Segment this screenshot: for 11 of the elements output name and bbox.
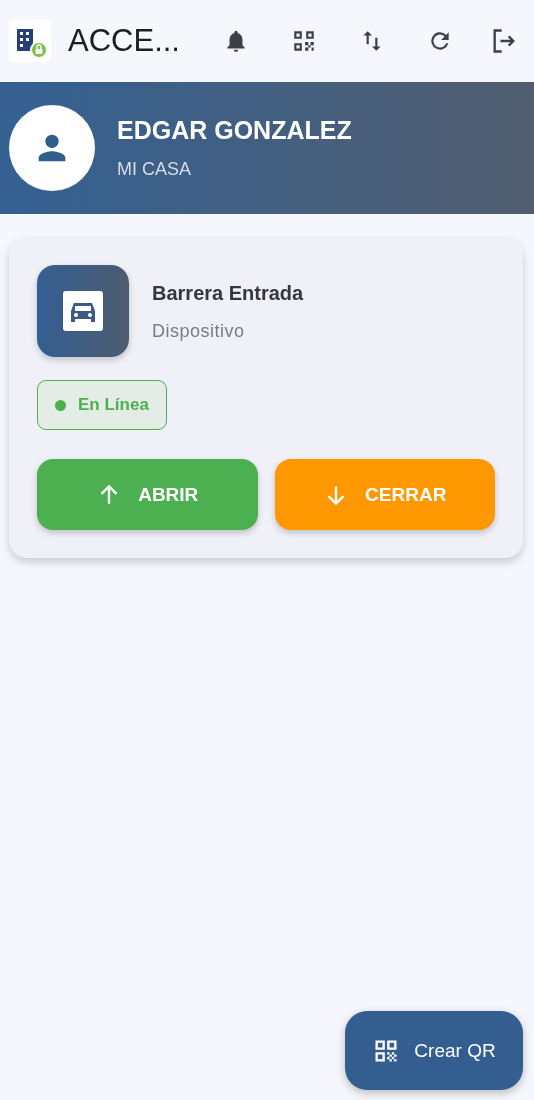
close-button[interactable]: CERRAR [274, 459, 495, 530]
user-name: EDGAR GONZALEZ [117, 116, 352, 145]
status-badge: En Línea [37, 380, 167, 430]
device-type: Dispositivo [152, 321, 246, 342]
car-icon [37, 265, 129, 357]
device-name: Barrera Entrada [152, 282, 304, 305]
location-name: MI CASA [117, 159, 192, 180]
create-qr-button[interactable]: Crear QR [345, 1011, 523, 1090]
open-button[interactable]: ABRIR [37, 459, 258, 530]
app-title: ACCE... [68, 23, 180, 59]
app-logo-icon [9, 20, 51, 62]
